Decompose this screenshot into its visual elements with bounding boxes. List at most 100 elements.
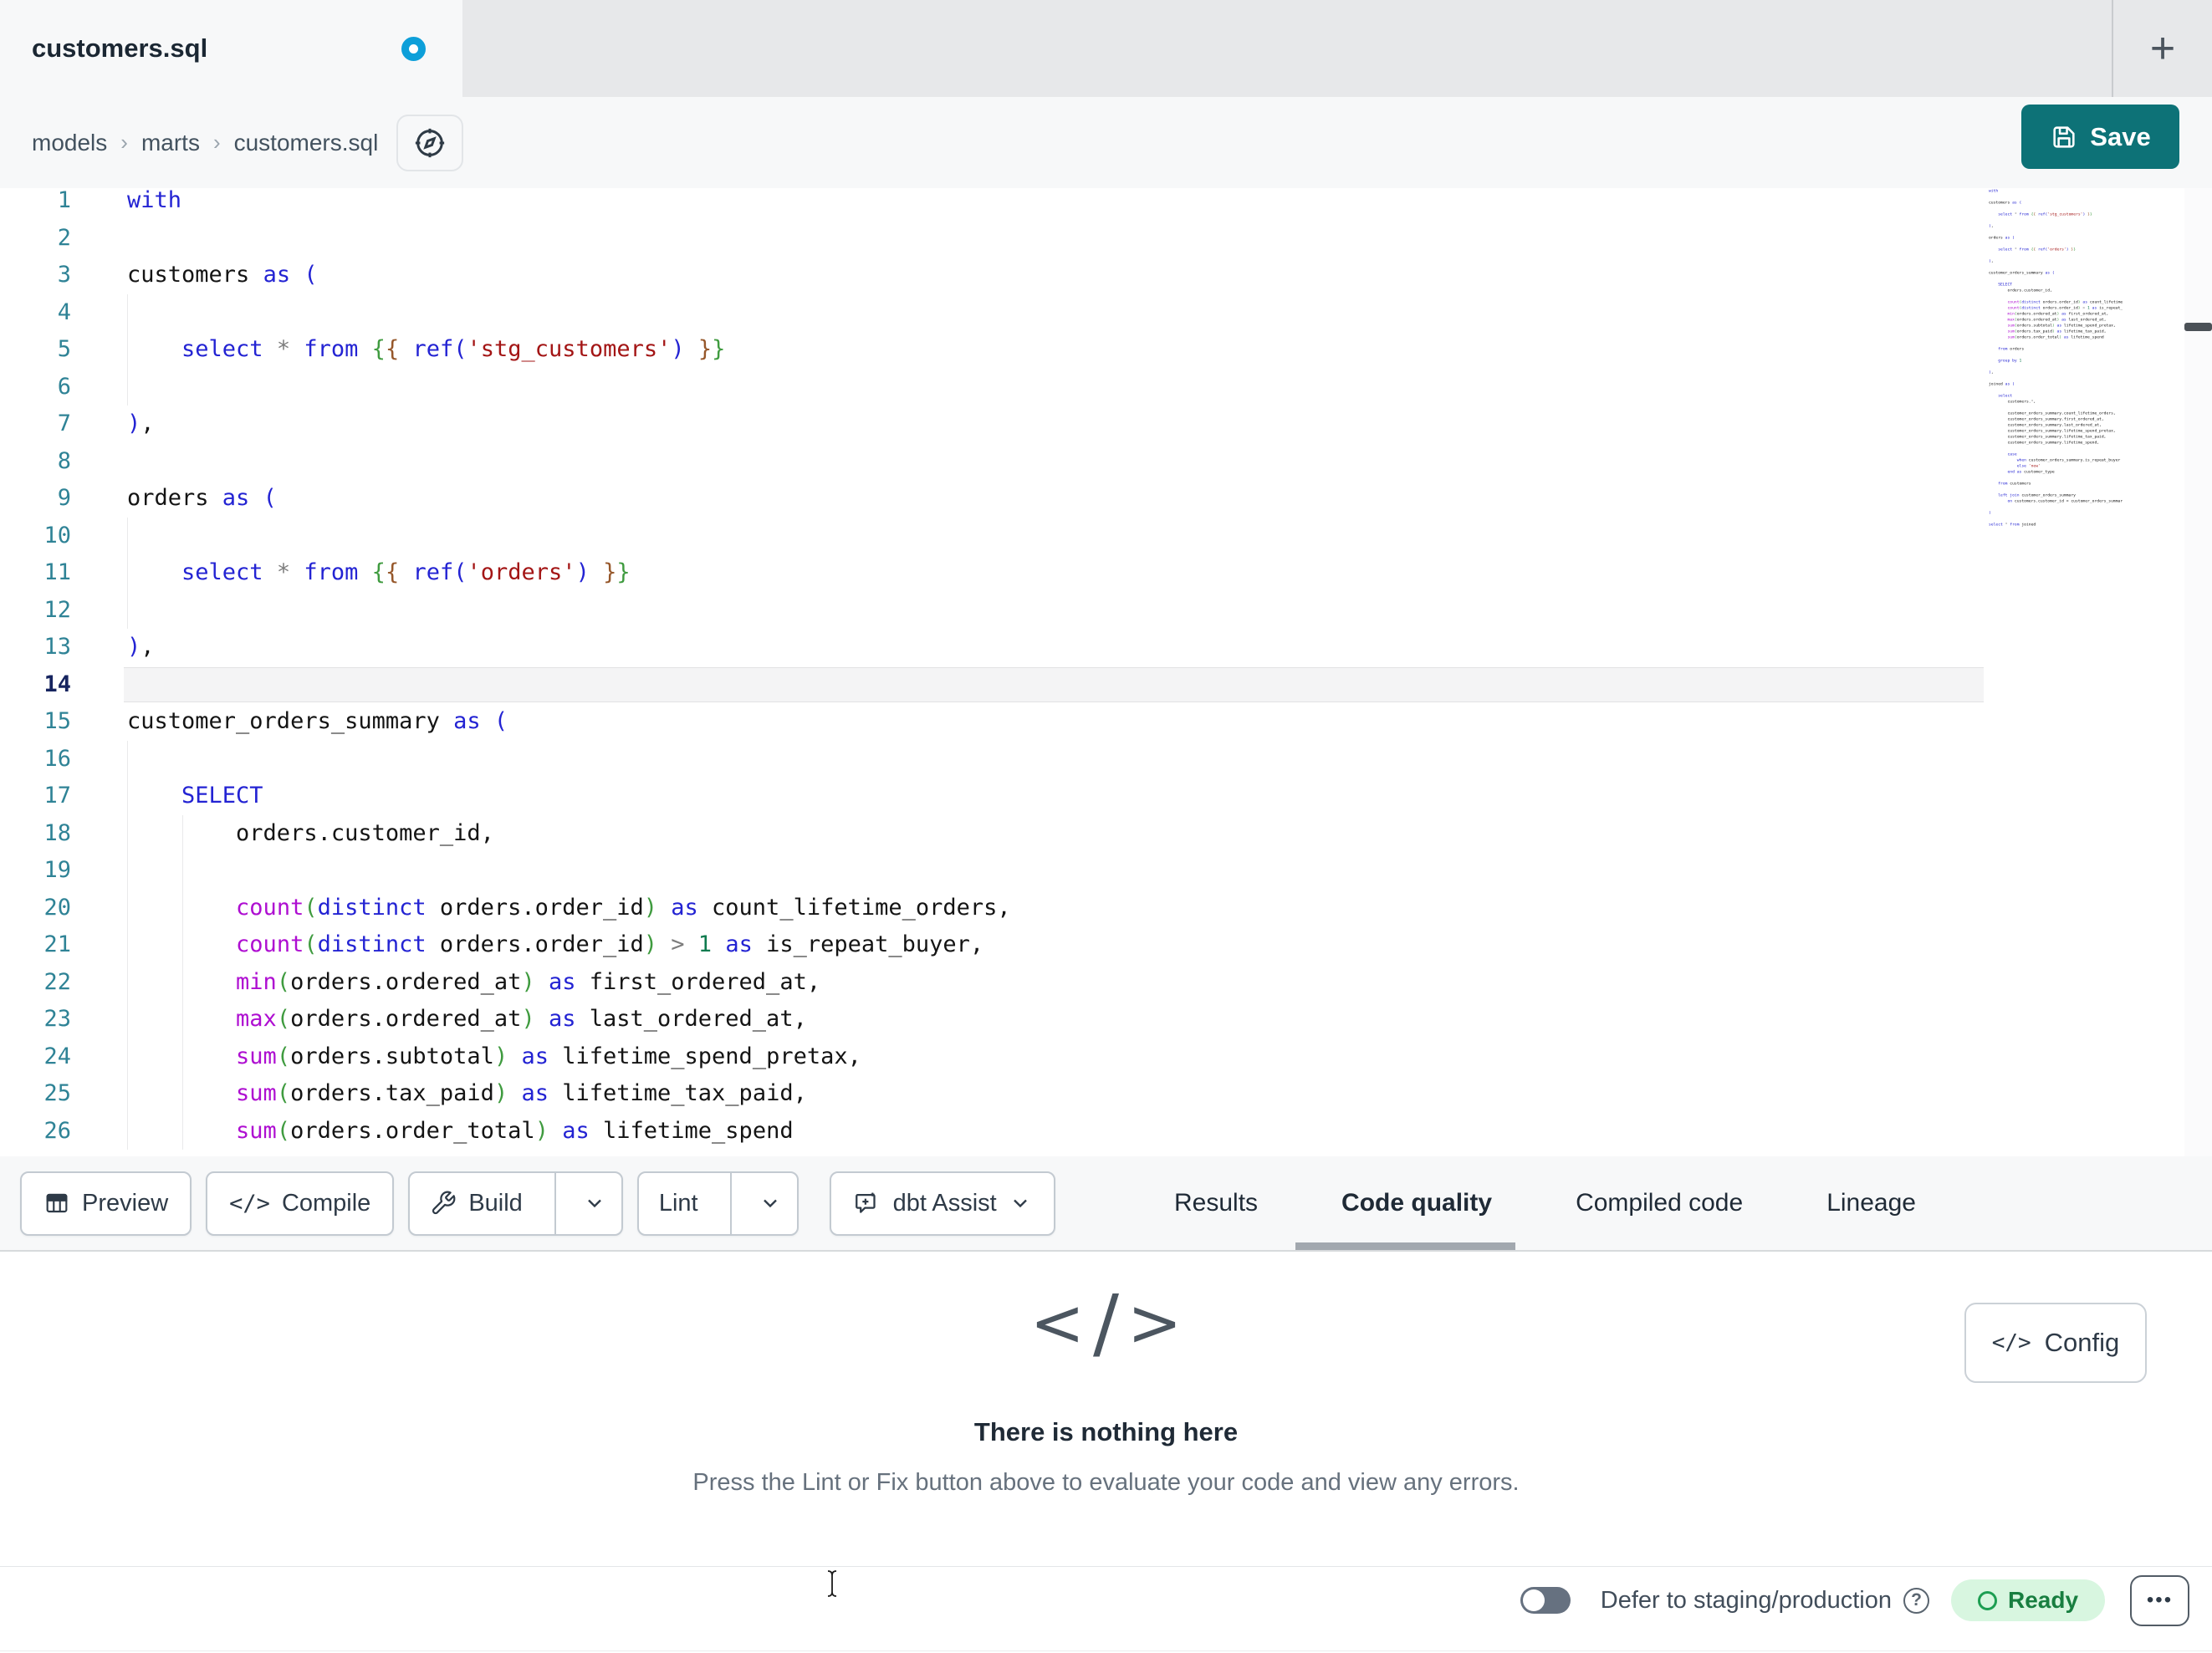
status-bar: Defer to staging/production ? Ready ••• [0,1566,2212,1651]
code-line[interactable]: 24 sum(orders.subtotal) as lifetime_spen… [0,1038,2212,1075]
code-brackets-icon: </> [1029,1278,1183,1368]
unsaved-changes-dot-icon [401,36,426,61]
chevron-down-icon [583,1191,606,1215]
code-line[interactable]: 4 [0,293,2212,331]
active-line-highlight [124,666,1984,702]
breadcrumb-separator: › [120,130,128,155]
line-number: 3 [57,262,71,288]
code-line[interactable]: 1 with [0,188,2212,220]
code-line[interactable]: 25 sum(orders.tax_paid) as lifetime_tax_… [0,1075,2212,1113]
code-line[interactable]: 15 customer_orders_summary as ( [0,703,2212,741]
editor-scrollbar-track[interactable] [2184,188,2212,1156]
breadcrumb: models › marts › customers.sql [32,130,378,156]
defer-toggle[interactable] [1520,1587,1571,1614]
line-number: 6 [57,373,71,400]
build-dropdown-button[interactable] [568,1173,621,1234]
indent-guide [127,368,128,406]
code-line[interactable]: 26 sum(orders.order_total) as lifetime_s… [0,1112,2212,1150]
tab-lineage[interactable]: Lineage [1826,1189,1916,1217]
ellipsis-icon: ••• [2146,1589,2174,1611]
editor-scrollbar-thumb[interactable] [2184,323,2212,331]
code-line[interactable]: 13), [0,629,2212,666]
code-line[interactable]: 21 count(distinct orders.order_id) > 1 a… [0,926,2212,964]
line-number: 11 [43,559,71,585]
line-number: 9 [57,485,71,511]
button-divider [554,1172,556,1234]
help-icon[interactable]: ? [1903,1587,1929,1614]
status-badge: Ready [1951,1579,2105,1621]
line-number: 26 [43,1117,71,1144]
new-tab-button[interactable]: + [2134,20,2191,77]
code-line[interactable]: 5 select * from {{ ref('stg_customers') … [0,331,2212,369]
status-bar-controls: Defer to staging/production ? Ready ••• [1520,1574,2189,1627]
code-line[interactable]: 17 SELECT [0,778,2212,815]
navigate-button[interactable] [396,114,464,171]
file-header-row: models › marts › customers.sql Save [0,97,2212,188]
line-number: 5 [57,336,71,362]
empty-state-subtitle: Press the Lint or Fix button above to ev… [692,1469,1520,1496]
line-number: 20 [43,894,71,921]
file-tab-title: customers.sql [32,33,208,63]
build-button[interactable]: Build [410,1173,543,1234]
code-line[interactable]: 19 [0,852,2212,890]
compile-label: Compile [281,1189,371,1217]
code-quality-panel: < / > There is nothing here Press the Lint… [0,1252,2212,1566]
editor-toolbar: Preview </> Compile Build Lint dbt Assis… [0,1156,2212,1252]
line-number: 1 [57,188,71,213]
config-label: Config [2044,1328,2120,1357]
code-line[interactable]: 3 customers as ( [0,257,2212,294]
code-line[interactable]: 11 select * from {{ ref('orders') }} [0,554,2212,592]
code-line[interactable]: 22 min(orders.ordered_at) as first_order… [0,963,2212,1001]
lint-dropdown-button[interactable] [743,1173,797,1234]
tab-results[interactable]: Results [1174,1189,1258,1217]
code-line[interactable]: 16 [0,740,2212,778]
tab-compiled-code[interactable]: Compiled code [1576,1189,1743,1217]
button-divider [729,1172,732,1234]
code-line[interactable]: 18 orders.customer_id, [0,814,2212,852]
compile-button[interactable]: </> Compile [206,1171,395,1236]
indent-guide [127,293,128,331]
code-line[interactable]: 8 [0,443,2212,481]
compass-icon [412,125,447,161]
code-editor[interactable]: 1 with 2 3 customers as (4 5 select * from {{… [0,188,2212,1156]
breadcrumb-marts[interactable]: marts [141,130,200,156]
tab-code-quality[interactable]: Code quality [1341,1189,1492,1217]
wrench-icon [430,1190,457,1217]
code-line[interactable]: 10 [0,517,2212,554]
code-line[interactable]: 23 max(orders.ordered_at) as last_ordere… [0,1001,2212,1038]
build-label: Build [468,1189,523,1217]
code-line[interactable]: 6 [0,368,2212,406]
code-line[interactable]: 9 orders as ( [0,480,2212,518]
line-number: 22 [43,968,71,995]
breadcrumb-file: customers.sql [233,129,379,156]
line-number: 23 [43,1006,71,1032]
line-number: 7 [57,411,71,436]
ready-label: Ready [2007,1587,2079,1613]
ready-circle-icon [1977,1590,1997,1610]
config-button[interactable]: </> Config [1964,1303,2147,1383]
file-tab-customers-sql[interactable]: customers.sql [0,0,462,97]
line-number: 19 [43,857,71,883]
chat-sparkle-icon [853,1189,881,1217]
minimap-content: with customers as ( select * from {{ ref… [1989,188,2123,528]
more-options-button[interactable]: ••• [2130,1574,2189,1626]
line-number: 21 [43,931,71,957]
code-line[interactable]: 14 [0,666,2212,704]
indent-guide [127,740,128,778]
breadcrumb-models[interactable]: models [32,130,107,156]
save-button[interactable]: Save [2021,105,2179,169]
line-number: 24 [43,1043,71,1069]
chevron-down-icon [1009,1191,1032,1215]
lint-button[interactable]: Lint [639,1173,718,1234]
code-line[interactable]: 12 [0,591,2212,629]
minimap[interactable]: with customers as ( select * from {{ ref… [1989,188,2123,556]
code-brackets-icon: </> [229,1190,270,1217]
code-line[interactable]: 2 [0,220,2212,258]
preview-button[interactable]: Preview [20,1171,192,1236]
code-line[interactable]: 20 count(distinct orders.order_id) as co… [0,889,2212,926]
indent-guide [127,517,128,554]
code-line[interactable]: 7), [0,406,2212,443]
line-number: 25 [43,1080,71,1106]
dbt-assist-button[interactable]: dbt Assist [829,1171,1055,1236]
ide-window: customers.sql + models › marts › custome… [0,0,2212,1653]
